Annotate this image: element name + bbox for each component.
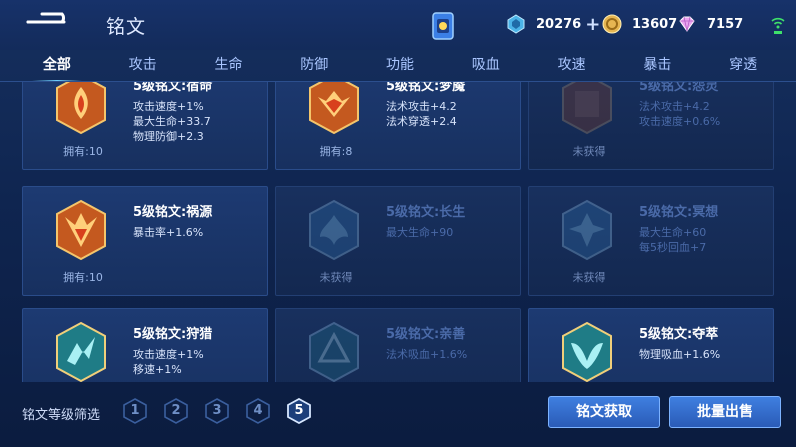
inscription-grid: 拥有:10 5级铭文:宿命 攻击速度+1% 最大生命+33.7 物理防御+2.3 拥… xyxy=(0,82,796,382)
cyan-inscription-emblem-icon xyxy=(56,321,106,382)
owned-count: 未获得 xyxy=(319,271,353,284)
level-filter-5[interactable]: 5 xyxy=(286,397,312,425)
inscription-attrs: 法术攻击+4.2 攻击速度+0.6% xyxy=(639,100,721,128)
tab-all[interactable]: 全部 xyxy=(14,52,100,82)
tab-defense[interactable]: 防御 xyxy=(271,52,357,80)
inscription-attrs: 攻击速度+1% 移速+1% xyxy=(133,348,204,376)
page-title: 铭文 xyxy=(106,16,147,38)
inscription-card[interactable]: 未获得 5级铭文:冥想 最大生命+60 每5秒回血+7 xyxy=(528,186,774,296)
footer-bar: 铭文等级筛选 1 2 3 4 5 铭文获取 批量出售 xyxy=(0,382,796,447)
tab-attack[interactable]: 攻击 xyxy=(100,52,186,80)
gold-counter: 13607 xyxy=(602,13,677,35)
gem-icon xyxy=(679,16,695,32)
category-tabs: 全部 攻击 生命 防御 功能 吸血 攻速 暴击 穿透 xyxy=(14,52,786,82)
inscription-card[interactable]: 拥有:8 5级铭文:梦魇 法术攻击+4.2 法术穿透+2.4 xyxy=(275,82,521,170)
inscription-name: 5级铭文:亲善 xyxy=(386,327,466,342)
owned-count: 未获得 xyxy=(572,145,606,158)
inscription-name: 5级铭文:长生 xyxy=(386,205,466,220)
inscription-name: 5级铭文:狩猎 xyxy=(133,327,213,342)
tab-crit[interactable]: 暴击 xyxy=(614,52,700,80)
diamond-coupon-icon xyxy=(507,14,525,34)
get-inscription-button[interactable]: 铭文获取 xyxy=(548,396,660,428)
red-inscription-emblem-icon xyxy=(309,82,359,135)
tab-utility[interactable]: 功能 xyxy=(357,52,443,80)
inscription-attrs: 攻击速度+1% 最大生命+33.7 物理防御+2.3 xyxy=(133,100,211,143)
inscription-name: 5级铭文:怨灵 xyxy=(639,82,719,94)
inscription-attrs: 物理吸血+1.6% xyxy=(639,348,721,361)
gem-counter: 7157 xyxy=(677,13,743,35)
tab-health[interactable]: 生命 xyxy=(186,52,272,80)
red-inscription-emblem-icon xyxy=(56,199,106,261)
gold-coin-icon xyxy=(602,14,622,34)
inscription-attrs: 法术攻击+4.2 法术穿透+2.4 xyxy=(386,100,457,128)
level-filter-3[interactable]: 3 xyxy=(204,398,230,424)
inscription-card[interactable]: 拥有:10 5级铭文:祸源 暴击率+1.6% xyxy=(22,186,268,296)
inscription-name: 5级铭文:梦魇 xyxy=(386,82,466,94)
owned-count: 拥有:10 xyxy=(63,271,103,284)
inscription-name: 5级铭文:冥想 xyxy=(639,205,719,220)
inscription-attrs: 法术吸血+1.6% xyxy=(386,348,468,361)
inscription-attrs: 最大生命+90 xyxy=(386,226,454,239)
network-signal-icon xyxy=(771,17,785,34)
tab-penetration[interactable]: 穿透 xyxy=(700,52,786,80)
back-arrow-icon[interactable] xyxy=(22,10,70,34)
inscription-card[interactable]: 5级铭文:亲善 法术吸血+1.6% xyxy=(275,308,521,382)
level-filter-label: 铭文等级筛选 xyxy=(22,408,101,423)
cyan-inscription-emblem-icon xyxy=(562,321,612,382)
inscription-attrs: 暴击率+1.6% xyxy=(133,226,204,239)
owned-count: 拥有:8 xyxy=(319,145,353,158)
inscription-card[interactable]: 拥有:10 5级铭文:宿命 攻击速度+1% 最大生命+33.7 物理防御+2.3 xyxy=(22,82,268,170)
inscription-guide-icon[interactable] xyxy=(430,10,456,42)
top-bar: 铭文 20276 + 13607 7157 xyxy=(0,0,796,50)
level-filter-4[interactable]: 4 xyxy=(245,398,271,424)
tab-attack-speed[interactable]: 攻速 xyxy=(529,52,615,80)
inscription-name: 5级铭文:宿命 xyxy=(133,82,213,94)
red-inscription-emblem-icon xyxy=(56,82,106,135)
level-filter-1[interactable]: 1 xyxy=(122,398,148,424)
level-filter-2[interactable]: 2 xyxy=(163,398,189,424)
owned-count: 未获得 xyxy=(572,271,606,284)
owned-count: 拥有:10 xyxy=(63,145,103,158)
inscription-name: 5级铭文:祸源 xyxy=(133,205,213,220)
inscription-card[interactable]: 5级铭文:狩猎 攻击速度+1% 移速+1% xyxy=(22,308,268,382)
inscription-card[interactable]: 未获得 5级铭文:怨灵 法术攻击+4.2 攻击速度+0.6% xyxy=(528,82,774,170)
coupon-counter: 20276 + xyxy=(506,13,600,35)
cyan-inscription-emblem-icon xyxy=(309,321,359,382)
blue-inscription-emblem-icon xyxy=(309,199,359,261)
gold-value: 13607 xyxy=(632,16,678,32)
inscription-attrs: 最大生命+60 每5秒回血+7 xyxy=(639,226,707,254)
gem-value: 7157 xyxy=(707,16,744,32)
coupon-value: 20276 xyxy=(536,16,582,32)
blue-inscription-emblem-icon xyxy=(562,199,612,261)
red-inscription-emblem-icon xyxy=(562,82,612,135)
inscription-card[interactable]: 5级铭文:夺萃 物理吸血+1.6% xyxy=(528,308,774,382)
add-coupon-button[interactable]: + xyxy=(585,14,600,35)
inscription-name: 5级铭文:夺萃 xyxy=(639,327,719,342)
tab-lifesteal[interactable]: 吸血 xyxy=(443,52,529,80)
inscription-card[interactable]: 未获得 5级铭文:长生 最大生命+90 xyxy=(275,186,521,296)
bulk-sell-button[interactable]: 批量出售 xyxy=(669,396,781,428)
